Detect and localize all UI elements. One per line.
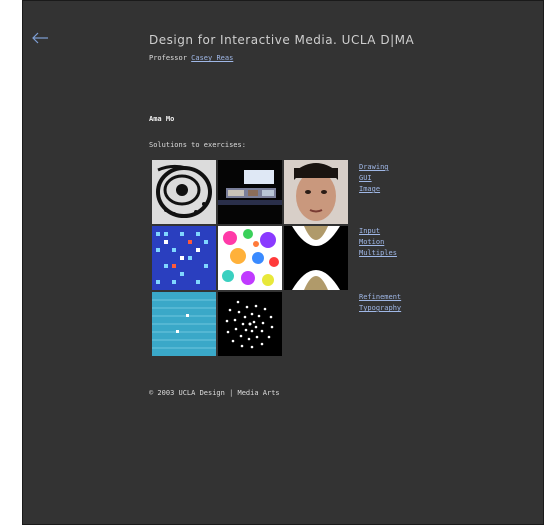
page-title: Design for Interactive Media. UCLA D|MA — [149, 33, 415, 47]
professor-label: Professor — [149, 54, 187, 62]
thumbnail-gui[interactable] — [218, 160, 282, 224]
thumbnail-refinement[interactable] — [152, 292, 216, 356]
link-group-2: Input Motion Multiples — [359, 226, 397, 259]
section-heading: Solutions to exercises: — [149, 141, 246, 149]
link-drawing[interactable]: Drawing — [359, 162, 389, 173]
link-group-3: Refinement Typography — [359, 292, 401, 314]
link-group-1: Drawing GUI Image — [359, 162, 389, 195]
link-input[interactable]: Input — [359, 226, 397, 237]
professor-line: Professor Casey Reas — [149, 54, 233, 62]
thumbnail-multiples[interactable] — [284, 226, 348, 290]
browser-page: Design for Interactive Media. UCLA D|MA … — [22, 0, 544, 525]
student-name: Ama Mo — [149, 115, 175, 123]
thumbnail-drawing[interactable] — [152, 160, 216, 224]
link-motion[interactable]: Motion — [359, 237, 397, 248]
thumbnail-input[interactable] — [152, 226, 216, 290]
thumbnail-typography[interactable] — [218, 292, 282, 356]
professor-link[interactable]: Casey Reas — [191, 54, 233, 62]
back-arrow-icon[interactable] — [31, 31, 49, 45]
link-image[interactable]: Image — [359, 184, 389, 195]
thumbnail-motion[interactable] — [218, 226, 282, 290]
thumbnail-image[interactable] — [284, 160, 348, 224]
link-refinement[interactable]: Refinement — [359, 292, 401, 303]
link-multiples[interactable]: Multiples — [359, 248, 397, 259]
footer-copyright: © 2003 UCLA Design | Media Arts — [149, 389, 280, 397]
link-gui[interactable]: GUI — [359, 173, 389, 184]
link-typography[interactable]: Typography — [359, 303, 401, 314]
